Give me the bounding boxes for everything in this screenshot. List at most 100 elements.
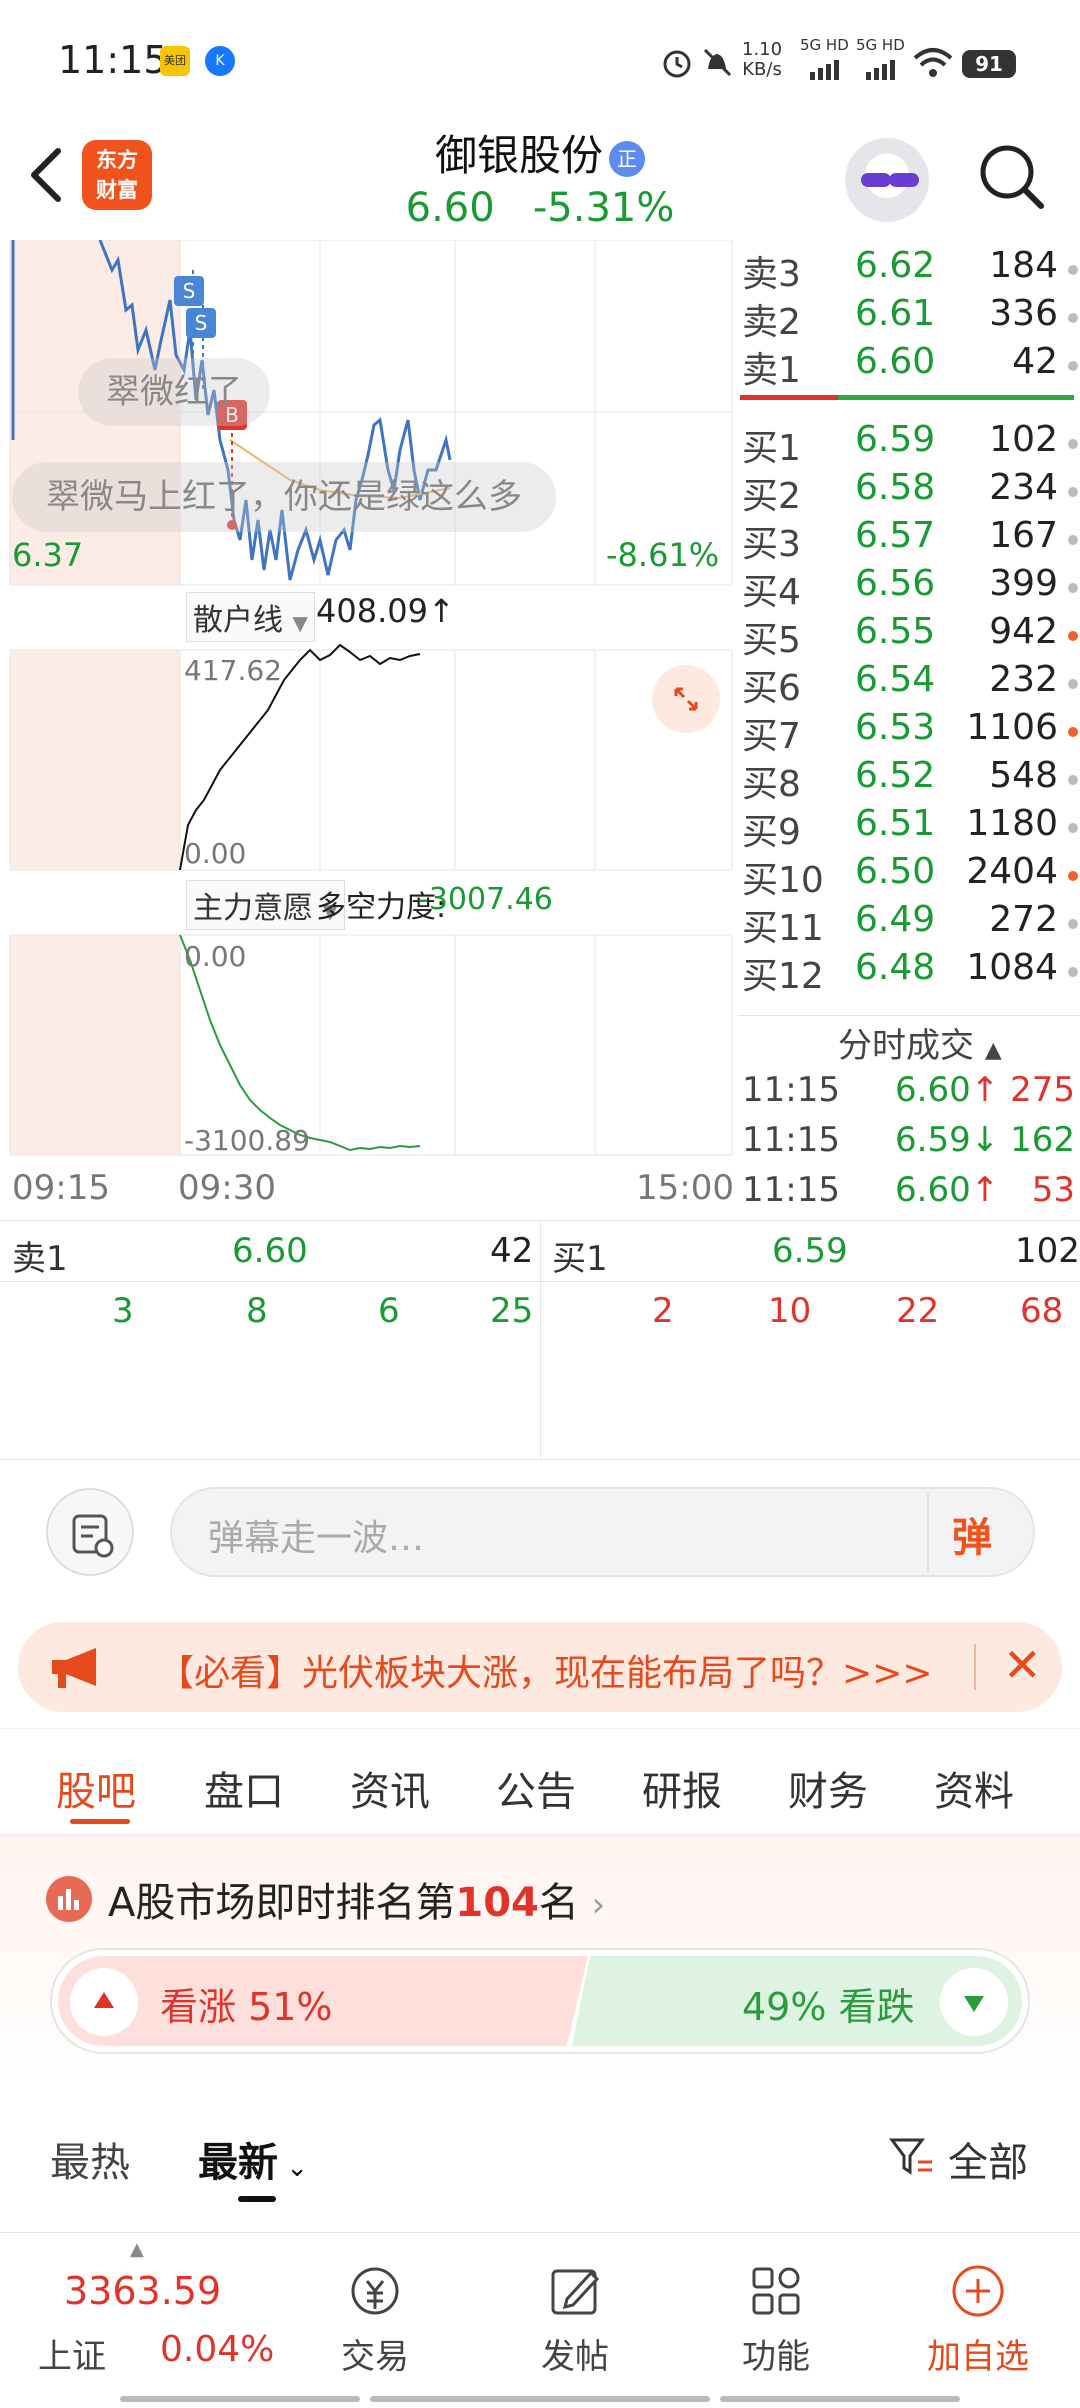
tab-2[interactable]: 资讯 — [350, 1759, 430, 1817]
notice-text[interactable]: 【必看】光伏板块大涨，现在能布局了吗？>>> — [158, 1644, 933, 1696]
bids-level-row[interactable]: 买12 6.48 1084 — [740, 947, 1080, 997]
asks-level-row[interactable]: 卖1 6.60 42 — [740, 341, 1080, 391]
asks-level-label: 卖3 — [742, 254, 801, 295]
asks-level-price: 6.61 — [855, 293, 936, 334]
stock-name: 御银股份 — [434, 131, 603, 180]
bids-level-price: 6.49 — [855, 899, 936, 940]
indicator1-label: 散户线 — [193, 603, 283, 638]
bids-level-label: 买3 — [742, 524, 801, 565]
asks-level-row[interactable]: 卖3 6.62 184 — [740, 245, 1080, 295]
tab-1[interactable]: 盘口 — [204, 1759, 284, 1817]
nav-post[interactable]: 发帖 — [475, 2233, 675, 2393]
net-speed-value: 1.10 — [742, 39, 783, 60]
vote-down-label: 49% 看跌 — [742, 1985, 915, 2029]
tab-3[interactable]: 公告 — [496, 1759, 576, 1817]
bids-level-row[interactable]: 买10 6.50 2404 — [740, 851, 1080, 901]
notice-close-icon[interactable]: ✕ — [1003, 1638, 1042, 1692]
bids-level-label: 买5 — [742, 620, 801, 661]
bids-level-row[interactable]: 买8 6.52 548 — [740, 755, 1080, 805]
bids-level-volume: 548 — [989, 755, 1058, 796]
tab-5[interactable]: 财务 — [788, 1759, 868, 1817]
battery-indicator: 91 — [962, 50, 1016, 78]
mini-ask-label: 卖1 — [12, 1239, 68, 1279]
gesture-bar-right — [720, 2396, 960, 2402]
bids-level-label: 买1 — [742, 428, 801, 469]
tick-row: 11:15 6.59↓ 162 — [740, 1120, 1075, 1170]
asks-level-row[interactable]: 卖2 6.61 336 — [740, 293, 1080, 343]
filter-all[interactable]: 全部 — [948, 2130, 1028, 2188]
tick-volume: 162 — [1010, 1120, 1075, 1160]
expand-icon[interactable] — [652, 665, 720, 733]
ask-order-count: 8 — [246, 1291, 268, 1331]
bottom-nav: ▲ 3363.59 上证 0.04% 交易 发帖 功能 加自选 — [0, 2232, 1080, 2408]
tab-6[interactable]: 资料 — [934, 1759, 1014, 1817]
stock-price: 6.60 — [405, 185, 495, 231]
nav-post-label: 发帖 — [541, 2337, 609, 2377]
tab-4[interactable]: 研报 — [642, 1759, 722, 1817]
index-value: 3363.59 — [64, 2269, 222, 2313]
bids-level-row[interactable]: 买4 6.56 399 — [740, 563, 1080, 613]
level-dot-icon — [1068, 265, 1078, 275]
bids-level-row[interactable]: 买2 6.58 234 — [740, 467, 1080, 517]
nav-trade[interactable]: 交易 — [275, 2233, 475, 2393]
bids-level-row[interactable]: 买3 6.57 167 — [740, 515, 1080, 565]
tick-direction-icon: ↑ — [970, 1170, 1000, 1210]
signal-2-label: 5G HD — [856, 36, 905, 54]
bids-level-price: 6.51 — [855, 803, 936, 844]
danmaku-send-button[interactable]: 弹 — [952, 1505, 992, 1563]
level-dot-icon — [1068, 439, 1078, 449]
bids-level-price: 6.59 — [855, 419, 936, 460]
bids-level-label: 买6 — [742, 668, 801, 709]
danmaku-input[interactable]: 弹幕走一波… 弹 — [170, 1487, 1035, 1577]
ticks-title[interactable]: 分时成交 ▲ — [838, 1018, 1002, 1067]
bids-level-row[interactable]: 买6 6.54 232 — [740, 659, 1080, 709]
tab-0[interactable]: 股吧 — [56, 1759, 136, 1817]
filter-icon[interactable] — [888, 2134, 934, 2180]
danmaku-settings-button[interactable] — [46, 1488, 134, 1576]
asks-level-label: 卖2 — [742, 302, 801, 343]
vote-up-button[interactable] — [70, 1968, 138, 2036]
bids-level-row[interactable]: 买9 6.51 1180 — [740, 803, 1080, 853]
sort-hot[interactable]: 最热 — [50, 2130, 130, 2188]
index-pct: 0.04% — [160, 2329, 275, 2370]
vote-up-label: 看涨 51% — [160, 1985, 333, 2029]
index-ticker[interactable]: ▲ 3363.59 上证 0.04% — [0, 2233, 274, 2403]
bids-level-volume: 942 — [989, 611, 1058, 652]
mini-order-book: 卖1 6.60 42 买1 6.59 102 3 8 6 25 2 10 22 68 — [0, 1220, 1080, 1461]
market-rank[interactable]: A股市场即时排名第104名 › — [108, 1870, 605, 1928]
level-dot-icon — [1068, 487, 1078, 497]
sell-marker-1[interactable]: S — [174, 276, 204, 306]
bids-level-volume: 167 — [989, 515, 1058, 556]
status-time: 11:15 — [58, 38, 168, 82]
ask-order-count: 25 — [490, 1291, 534, 1331]
bids-level-label: 买12 — [742, 956, 824, 997]
search-icon[interactable] — [975, 140, 1047, 212]
mini-ask-price: 6.60 — [232, 1231, 308, 1271]
intraday-chart[interactable]: S S B 翠微红了 翠微马上红了，你还是绿这么多 6.37 -8.61% 散户… — [0, 240, 735, 1220]
order-book-divider — [740, 395, 1080, 403]
nav-add-label: 加自选 — [927, 2337, 1029, 2377]
bids-level-row[interactable]: 买5 6.55 942 — [740, 611, 1080, 661]
bid-order-count: 2 — [652, 1291, 674, 1331]
nav-function[interactable]: 功能 — [676, 2233, 876, 2393]
vote-down-button[interactable] — [940, 1968, 1008, 2036]
indicator1-select[interactable]: 散户线 ▼ — [186, 592, 315, 642]
order-book[interactable]: 卖3 6.62 184 卖2 6.61 336 卖1 6.60 42 买1 6.59 102 买2 6.… — [740, 245, 1080, 997]
tick-price: 6.60↑ — [895, 1170, 999, 1210]
ask-order-count: 3 — [112, 1291, 134, 1331]
bids-level-row[interactable]: 买11 6.49 272 — [740, 899, 1080, 949]
bids-level-row[interactable]: 买7 6.53 1106 — [740, 707, 1080, 757]
notice-banner[interactable]: 【必看】光伏板块大涨，现在能布局了吗？>>> ✕ — [18, 1622, 1062, 1712]
level-dot-icon — [1068, 823, 1078, 833]
asks-level-volume: 184 — [989, 245, 1058, 286]
nav-add-watchlist[interactable]: 加自选 — [878, 2233, 1078, 2393]
sell-marker-2[interactable]: S — [186, 308, 216, 338]
sort-new[interactable]: 最新 ⌄ — [198, 2130, 308, 2188]
bids-level-volume: 1084 — [966, 947, 1058, 988]
time-open: 09:30 — [178, 1168, 276, 1208]
bids-level-row[interactable]: 买1 6.59 102 — [740, 419, 1080, 469]
signal-1-icon — [810, 60, 839, 80]
level-dot-icon — [1068, 775, 1078, 785]
assistant-robot-icon[interactable] — [845, 138, 929, 222]
indicator1-max: 417.62 — [184, 654, 282, 687]
